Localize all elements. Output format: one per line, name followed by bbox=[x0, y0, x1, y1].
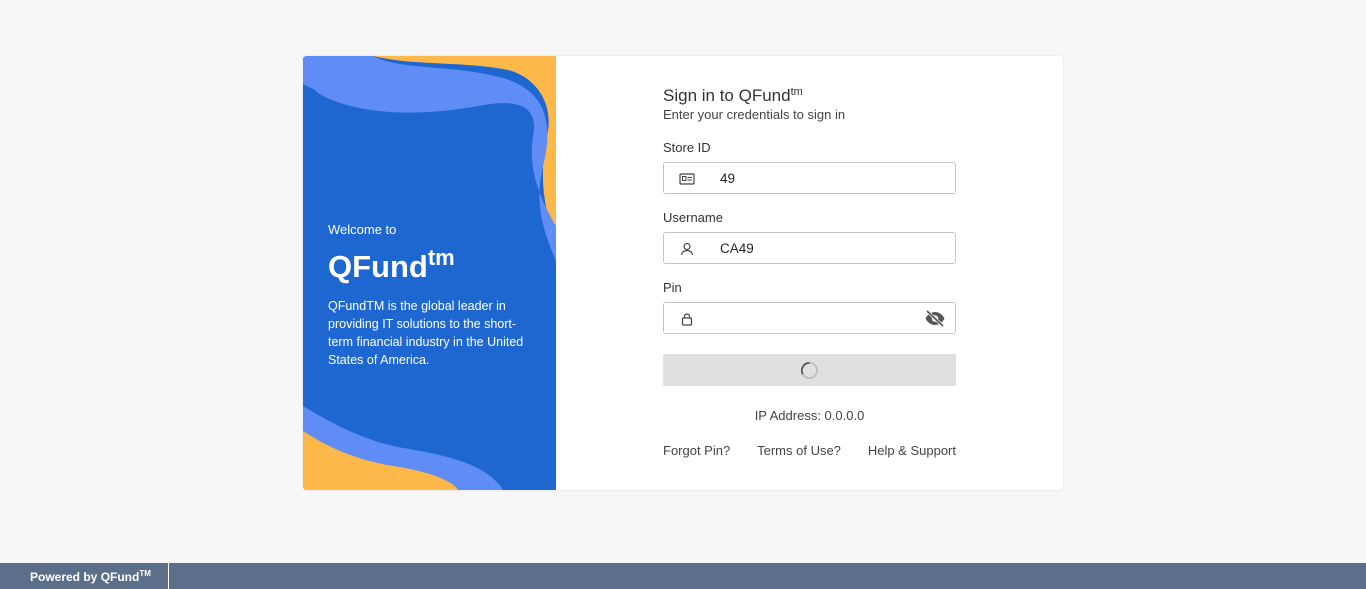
terms-of-use-link[interactable]: Terms of Use? bbox=[757, 443, 841, 458]
store-id-field[interactable]: 49 bbox=[663, 162, 956, 194]
brand-title: QFundtm bbox=[328, 245, 455, 284]
footer-divider bbox=[168, 563, 169, 589]
lock-icon bbox=[681, 313, 693, 326]
eye-off-icon[interactable] bbox=[924, 309, 946, 328]
id-card-icon bbox=[679, 173, 695, 185]
username-field[interactable]: CA49 bbox=[663, 232, 956, 264]
username-input[interactable]: CA49 bbox=[720, 241, 754, 256]
help-support-link[interactable]: Help & Support bbox=[868, 443, 956, 458]
store-id-input[interactable]: 49 bbox=[720, 171, 735, 186]
forgot-pin-link[interactable]: Forgot Pin? bbox=[663, 443, 730, 458]
spinner-icon bbox=[801, 362, 818, 379]
powered-by-text: Powered by QFundTM bbox=[30, 569, 151, 584]
help-links: Forgot Pin? Terms of Use? Help & Support bbox=[663, 443, 956, 458]
user-icon bbox=[680, 242, 694, 256]
pin-field[interactable] bbox=[663, 302, 956, 334]
brand-description: QFundTM is the global leader in providin… bbox=[328, 299, 524, 367]
sign-in-button[interactable] bbox=[663, 354, 956, 386]
sign-in-form: Sign in to QFundtm Enter your credential… bbox=[663, 86, 956, 458]
welcome-panel: Welcome to QFundtm QFundTM is the global… bbox=[303, 56, 556, 490]
username-label: Username bbox=[663, 210, 723, 225]
footer-bar: Powered by QFundTM bbox=[0, 563, 1366, 589]
ip-address: IP Address: 0.0.0.0 bbox=[754, 408, 865, 423]
form-subtitle: Enter your credentials to sign in bbox=[663, 107, 846, 122]
welcome-text: Welcome to bbox=[328, 222, 397, 237]
form-title: Sign in to QFundtm bbox=[663, 86, 803, 105]
login-card: Welcome to QFundtm QFundTM is the global… bbox=[303, 56, 1063, 490]
store-id-label: Store ID bbox=[663, 140, 711, 155]
pin-label: Pin bbox=[663, 280, 682, 295]
